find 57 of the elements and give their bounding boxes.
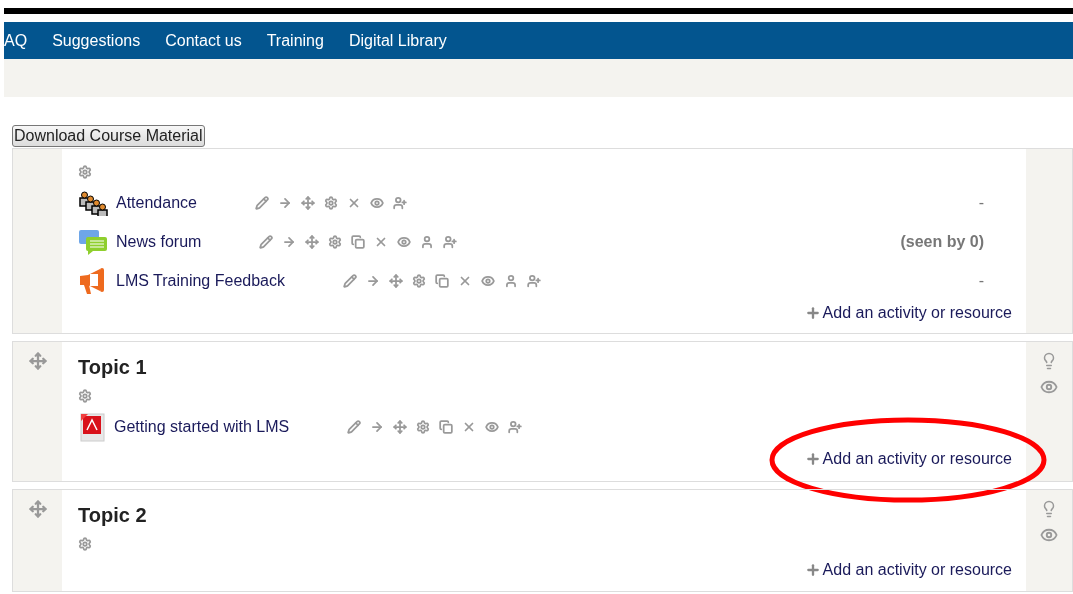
nav-link[interactable]: Contact us (165, 31, 242, 50)
nav-link[interactable]: Digital Library (348, 31, 447, 50)
activity-status: - (978, 193, 984, 212)
move-icon[interactable] (300, 195, 315, 210)
settings-icon[interactable] (323, 195, 338, 210)
eye-icon[interactable] (1040, 378, 1058, 396)
move-icon[interactable] (389, 273, 403, 288)
person-plus-icon[interactable] (527, 273, 541, 288)
nav-link[interactable]: Training (266, 31, 324, 50)
drag-handle-icon[interactable] (28, 500, 47, 518)
settings-icon[interactable] (328, 234, 343, 249)
eye-icon[interactable] (369, 195, 384, 210)
plus-icon (804, 562, 821, 578)
pdf-file-icon (78, 411, 106, 442)
person-plus-icon[interactable] (392, 195, 407, 210)
edit-icon[interactable] (347, 419, 362, 434)
activity-link[interactable]: News forum (116, 232, 202, 251)
eye-icon[interactable] (397, 234, 412, 249)
eye-icon[interactable] (1040, 526, 1058, 544)
arrow-right-icon[interactable] (282, 234, 297, 249)
eye-icon[interactable] (485, 419, 500, 434)
arrow-right-icon[interactable] (366, 273, 380, 288)
move-icon[interactable] (305, 234, 320, 249)
settings-icon[interactable] (78, 165, 92, 179)
person-plus-icon[interactable] (443, 234, 458, 249)
activity-link[interactable]: Attendance (116, 193, 197, 212)
activity-link[interactable]: LMS Training Feedback (116, 271, 285, 290)
people-icon (78, 189, 108, 216)
activity-status: (seen by 0) (900, 232, 984, 251)
person-plus-icon[interactable] (508, 419, 523, 434)
drag-handle-icon[interactable] (28, 352, 47, 370)
edit-icon[interactable] (254, 195, 269, 210)
move-icon[interactable] (393, 419, 408, 434)
activity-status: - (978, 271, 984, 290)
eye-icon[interactable] (481, 273, 495, 288)
nav-link[interactable]: Suggestions (52, 31, 141, 50)
duplicate-icon[interactable] (435, 273, 449, 288)
arrow-right-icon[interactable] (370, 419, 385, 434)
activity-link[interactable]: Getting started with LMS (114, 417, 290, 436)
section-title: Topic 1 (78, 356, 148, 379)
edit-icon[interactable] (343, 273, 357, 288)
person-icon[interactable] (504, 273, 518, 288)
settings-icon[interactable] (416, 419, 431, 434)
download-button[interactable]: Download Course Material (12, 125, 205, 147)
nav-link[interactable]: AQ (4, 31, 28, 50)
arrow-right-icon[interactable] (277, 195, 292, 210)
person-icon[interactable] (420, 234, 435, 249)
duplicate-icon[interactable] (351, 234, 366, 249)
settings-icon[interactable] (78, 389, 92, 403)
chat-bubbles-icon (78, 228, 108, 255)
plus-icon (804, 305, 821, 321)
settings-icon[interactable] (412, 273, 426, 288)
edit-icon[interactable] (259, 234, 274, 249)
duplicate-icon[interactable] (439, 419, 454, 434)
plus-icon (804, 451, 821, 467)
section-title: Topic 2 (78, 504, 148, 527)
settings-icon[interactable] (78, 537, 92, 551)
